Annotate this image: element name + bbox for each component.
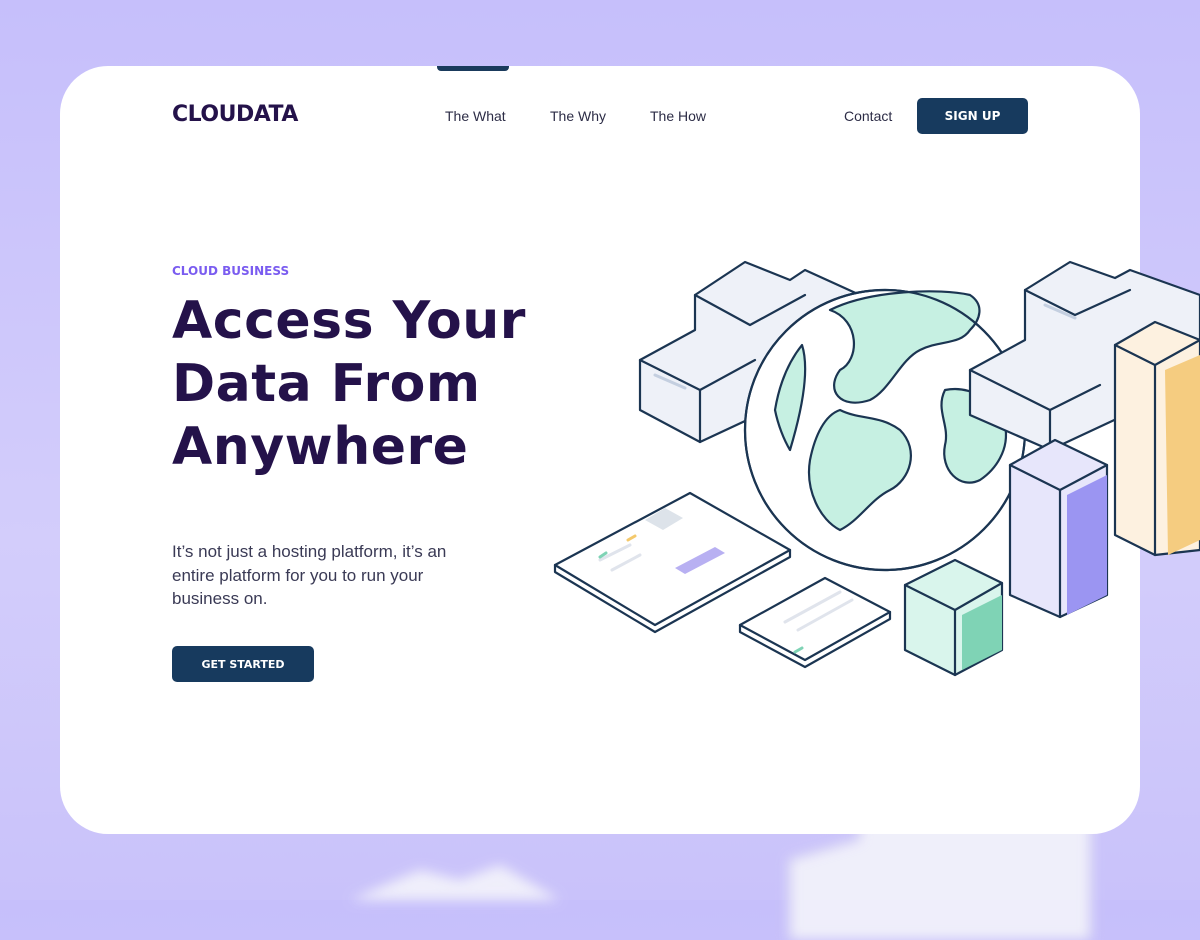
phone-icon	[738, 576, 892, 669]
tablet-icon	[553, 491, 792, 634]
nav-item-the-why[interactable]: The Why	[550, 108, 606, 124]
hero-title: Access Your Data From Anywhere	[172, 290, 592, 479]
active-tab-indicator	[437, 66, 509, 71]
get-started-button[interactable]: GET STARTED	[172, 646, 314, 682]
hero-title-line-1: Access Your	[172, 291, 526, 351]
server-box-icon	[1008, 438, 1109, 619]
nav-item-the-what[interactable]: The What	[445, 108, 506, 124]
nav-item-the-how[interactable]: The How	[650, 108, 706, 124]
server-box-icon	[903, 558, 1004, 677]
brand-logo[interactable]: CLOUDATA	[172, 102, 298, 127]
hero-illustration	[553, 260, 1200, 677]
hero-eyebrow: CLOUD BUSINESS	[172, 264, 290, 278]
hero-title-line-3: Anywhere	[172, 417, 469, 477]
globe-icon	[743, 288, 1027, 572]
hero-title-line-2: Data From	[172, 354, 481, 414]
nav-item-contact[interactable]: Contact	[844, 108, 892, 124]
sign-up-button[interactable]: SIGN UP	[917, 98, 1028, 134]
background-cloud-decoration-2	[350, 865, 560, 900]
server-box-icon	[1113, 320, 1200, 557]
hero-subtitle: It’s not just a hosting platform, it’s a…	[172, 542, 447, 608]
